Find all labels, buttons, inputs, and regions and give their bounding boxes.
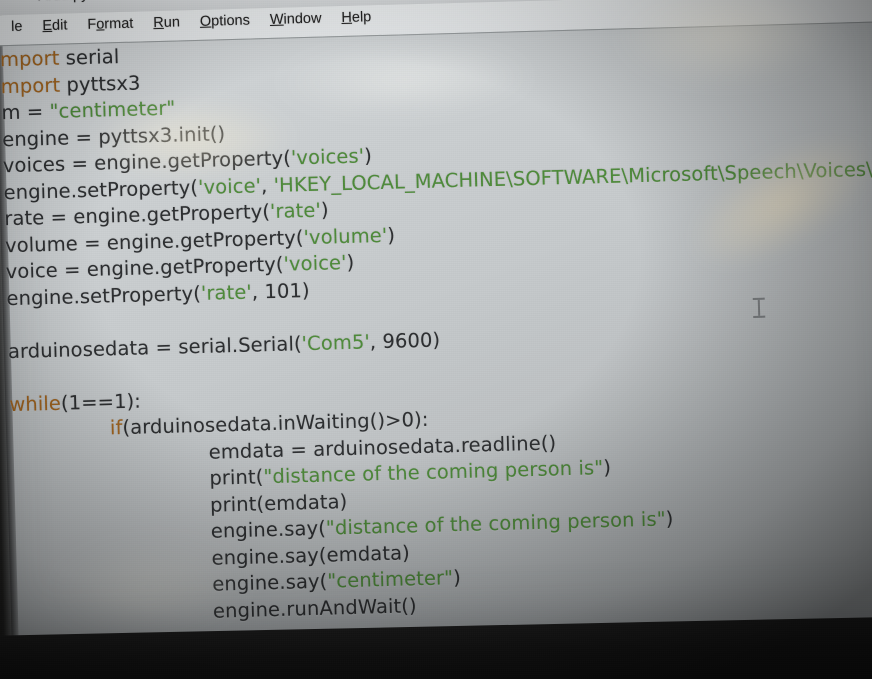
code-editor-text-area[interactable]: mport serial mport pyttsx3 m = "centimet…: [0, 23, 872, 634]
menu-item-options[interactable]: Options: [200, 12, 250, 29]
menu-item-file[interactable]: le: [11, 19, 23, 35]
menu-item-window[interactable]: Window: [270, 11, 322, 28]
menu-item-edit[interactable]: Edit: [42, 17, 67, 34]
photo-of-laptop-screen: Snipping Tool Ardu.py - C:\Users\Asus\Ap…: [0, 0, 872, 679]
menu-item-run[interactable]: Run: [153, 14, 180, 31]
menu-item-format[interactable]: Format: [87, 16, 133, 33]
menu-item-help[interactable]: Help: [341, 9, 371, 26]
laptop-screen-area: Ardu.py - C:\Users\Asus\AppData\Local\Pr…: [0, 0, 872, 656]
